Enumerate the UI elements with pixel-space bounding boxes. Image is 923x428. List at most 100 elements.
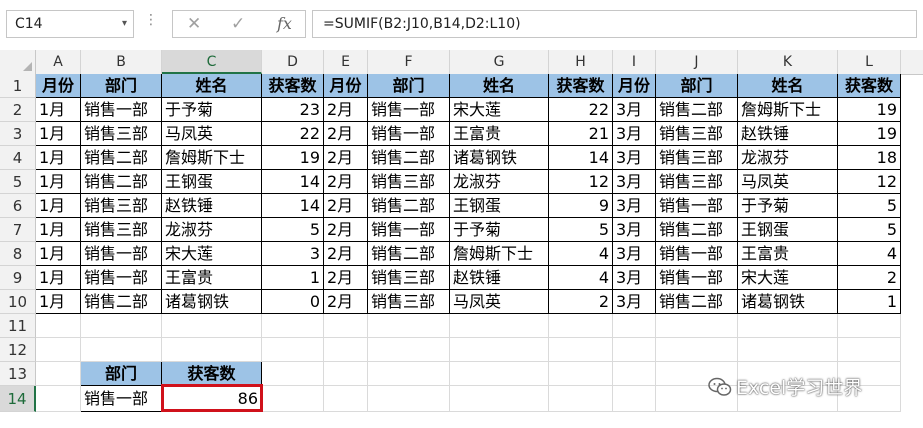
row-header-1[interactable]: 1	[0, 74, 36, 98]
table-cell[interactable]: 19	[838, 122, 901, 146]
table-cell[interactable]: 马凤英	[738, 170, 838, 194]
drag-handle-icon[interactable]: ⋮	[144, 12, 159, 28]
cell[interactable]	[324, 338, 368, 362]
table-cell[interactable]: 销售一部	[81, 242, 162, 266]
row-header-13[interactable]: 13	[0, 362, 36, 386]
table-cell[interactable]: 3月	[613, 146, 656, 170]
cell[interactable]	[450, 338, 549, 362]
cell[interactable]	[613, 314, 656, 338]
cell[interactable]	[549, 362, 613, 386]
table-cell[interactable]: 1月	[36, 98, 81, 122]
row-header-7[interactable]: 7	[0, 218, 36, 242]
table-cell[interactable]: 1	[838, 290, 901, 314]
table-header-cell[interactable]: 月份	[324, 74, 368, 98]
table-cell[interactable]: 王富贵	[738, 242, 838, 266]
table-cell[interactable]: 赵铁锤	[738, 122, 838, 146]
cell[interactable]	[368, 314, 450, 338]
table-cell[interactable]: 销售二部	[656, 290, 738, 314]
cell[interactable]	[81, 338, 162, 362]
table-cell[interactable]: 销售二部	[368, 194, 450, 218]
table-cell[interactable]: 销售三部	[656, 122, 738, 146]
table-cell[interactable]: 销售一部	[368, 122, 450, 146]
table-cell[interactable]: 龙淑芬	[162, 218, 262, 242]
row-header-10[interactable]: 10	[0, 290, 36, 314]
table-cell[interactable]: 3月	[613, 122, 656, 146]
cell[interactable]	[656, 338, 738, 362]
table-cell[interactable]: 2	[838, 266, 901, 290]
table-cell[interactable]: 1月	[36, 266, 81, 290]
table-cell[interactable]: 12	[549, 170, 613, 194]
cell[interactable]	[262, 362, 324, 386]
insert-function-icon[interactable]: fx	[277, 14, 292, 33]
cell[interactable]	[324, 314, 368, 338]
table-cell[interactable]: 王富贵	[450, 122, 549, 146]
table-cell[interactable]: 诸葛钢铁	[738, 290, 838, 314]
table-header-cell[interactable]: 获客数	[838, 74, 901, 98]
table-cell[interactable]: 3月	[613, 242, 656, 266]
table-cell[interactable]: 销售三部	[368, 266, 450, 290]
cell[interactable]	[838, 338, 901, 362]
column-header-f[interactable]: F	[368, 50, 450, 74]
table-cell[interactable]: 销售三部	[656, 146, 738, 170]
table-cell[interactable]: 销售一部	[81, 98, 162, 122]
table-header-cell[interactable]: 姓名	[162, 74, 262, 98]
cancel-icon[interactable]: ✕	[187, 14, 201, 34]
table-cell[interactable]: 龙淑芬	[450, 170, 549, 194]
row-header-8[interactable]: 8	[0, 242, 36, 266]
table-cell[interactable]: 1月	[36, 194, 81, 218]
table-cell[interactable]: 王钢蛋	[450, 194, 549, 218]
cell[interactable]	[613, 338, 656, 362]
table-cell[interactable]: 23	[262, 98, 324, 122]
table-cell[interactable]: 4	[838, 242, 901, 266]
cell[interactable]	[738, 338, 838, 362]
table-cell[interactable]: 王富贵	[162, 266, 262, 290]
cell[interactable]	[36, 362, 81, 386]
table-cell[interactable]: 销售二部	[368, 242, 450, 266]
table-cell[interactable]: 销售二部	[81, 170, 162, 194]
table-cell[interactable]: 2月	[324, 242, 368, 266]
cell[interactable]	[36, 338, 81, 362]
table-cell[interactable]: 14	[262, 170, 324, 194]
column-header-k[interactable]: K	[738, 50, 838, 74]
table-cell[interactable]: 詹姆斯下士	[738, 98, 838, 122]
table-cell[interactable]: 销售一部	[81, 266, 162, 290]
table-cell[interactable]: 销售三部	[656, 170, 738, 194]
cell[interactable]	[450, 314, 549, 338]
cell[interactable]	[838, 314, 901, 338]
table-cell[interactable]: 4	[549, 266, 613, 290]
table-cell[interactable]: 3	[262, 242, 324, 266]
table-cell[interactable]: 销售三部	[368, 170, 450, 194]
table-cell[interactable]: 1月	[36, 290, 81, 314]
row-header-2[interactable]: 2	[0, 98, 36, 122]
row-header-5[interactable]: 5	[0, 170, 36, 194]
row-header-6[interactable]: 6	[0, 194, 36, 218]
table-cell[interactable]: 销售二部	[368, 146, 450, 170]
table-cell[interactable]: 销售一部	[656, 266, 738, 290]
row-header-11[interactable]: 11	[0, 314, 36, 338]
table-header-cell[interactable]: 部门	[656, 74, 738, 98]
table-cell[interactable]: 销售三部	[81, 122, 162, 146]
table-cell[interactable]: 王钢蛋	[738, 218, 838, 242]
table-cell[interactable]: 龙淑芬	[738, 146, 838, 170]
row-header-12[interactable]: 12	[0, 338, 36, 362]
column-header-a[interactable]: A	[36, 50, 81, 74]
table-cell[interactable]: 销售二部	[656, 98, 738, 122]
table-cell[interactable]: 1月	[36, 170, 81, 194]
table-cell[interactable]: 宋大莲	[738, 266, 838, 290]
cell[interactable]	[262, 314, 324, 338]
row-header-14[interactable]: 14	[0, 386, 36, 412]
table-cell[interactable]: 销售二部	[656, 218, 738, 242]
column-header-e[interactable]: E	[324, 50, 368, 74]
table-cell[interactable]: 1月	[36, 242, 81, 266]
cell[interactable]	[450, 386, 549, 412]
table-cell[interactable]: 2月	[324, 146, 368, 170]
table-cell[interactable]: 2月	[324, 122, 368, 146]
table-cell[interactable]: 3月	[613, 170, 656, 194]
cell[interactable]	[368, 362, 450, 386]
lookup-header-dept[interactable]: 部门	[81, 362, 162, 386]
table-cell[interactable]: 2月	[324, 170, 368, 194]
cell[interactable]	[549, 386, 613, 412]
table-cell[interactable]: 销售一部	[656, 242, 738, 266]
check-icon[interactable]: ✓	[231, 14, 245, 34]
column-header-j[interactable]: J	[656, 50, 738, 74]
